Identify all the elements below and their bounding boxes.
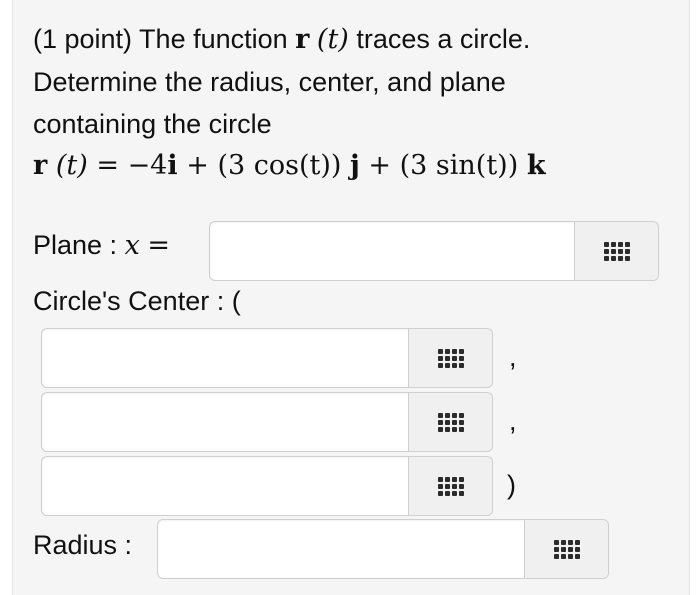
center-label: Circle's Center : ( xyxy=(33,286,241,316)
center-x-field[interactable] xyxy=(41,328,493,388)
radius-field[interactable] xyxy=(157,519,609,579)
radius-input[interactable] xyxy=(158,520,526,578)
center-separator-2: , xyxy=(509,406,517,436)
eq-term-3: (3 sin(t)) xyxy=(399,150,519,181)
grid-icon xyxy=(437,348,464,368)
eq-plus-2: + xyxy=(368,150,392,181)
grid-icon xyxy=(437,476,464,496)
center-x-input[interactable] xyxy=(42,329,410,387)
eq-i: i xyxy=(167,150,178,181)
plane-field[interactable] xyxy=(209,221,659,281)
eq-plus-1: + xyxy=(186,150,209,181)
grid-icon xyxy=(603,241,630,261)
circle-equation: r (t) = −4i + (3 cos(t)) j + (3 sin(t)) … xyxy=(33,145,673,187)
problem-line-3: containing the circle xyxy=(33,109,272,139)
eq-j: j xyxy=(350,150,360,181)
r-symbol: r xyxy=(295,24,310,55)
center-z-equation-editor-button[interactable] xyxy=(408,457,492,515)
plane-label-text: Plane : xyxy=(33,230,118,260)
center-z-input[interactable] xyxy=(42,457,410,515)
problem-intro-rest: traces a circle. xyxy=(356,24,531,54)
grid-icon xyxy=(553,539,580,559)
radius-label: Radius : xyxy=(33,530,133,560)
center-z-field[interactable] xyxy=(41,456,493,516)
problem-statement: (1 point) The function r (t) traces a ci… xyxy=(33,18,673,187)
problem-line-2: Determine the radius, center, and plane xyxy=(33,67,506,97)
eq-lhs-t: (t) xyxy=(55,150,88,181)
eq-term-2: (3 cos(t)) xyxy=(217,150,342,181)
problem-card: (1 point) The function r (t) traces a ci… xyxy=(12,0,690,595)
radius-equation-editor-button[interactable] xyxy=(524,520,608,578)
center-x-equation-editor-button[interactable] xyxy=(408,329,492,387)
problem-line-1: (1 point) The function r (t) traces a ci… xyxy=(33,18,673,61)
center-close-paren: ) xyxy=(507,470,516,500)
center-separator-1: , xyxy=(509,342,517,372)
grid-icon xyxy=(437,412,464,432)
eq-k: k xyxy=(526,150,546,181)
plane-label: Plane : x = xyxy=(33,230,170,261)
center-y-input[interactable] xyxy=(42,393,410,451)
eq-equals: = xyxy=(96,150,119,181)
plane-equals: = xyxy=(147,230,170,261)
eq-lhs-r: r xyxy=(33,150,48,181)
plane-equation-editor-button[interactable] xyxy=(574,222,658,280)
t-argument: (t) xyxy=(316,24,349,55)
plane-input[interactable] xyxy=(210,222,576,280)
eq-term-1: −4 xyxy=(127,150,168,181)
plane-var: x xyxy=(124,230,140,261)
problem-intro: (1 point) The function xyxy=(33,24,288,54)
center-y-field[interactable] xyxy=(41,392,493,452)
center-y-equation-editor-button[interactable] xyxy=(408,393,492,451)
